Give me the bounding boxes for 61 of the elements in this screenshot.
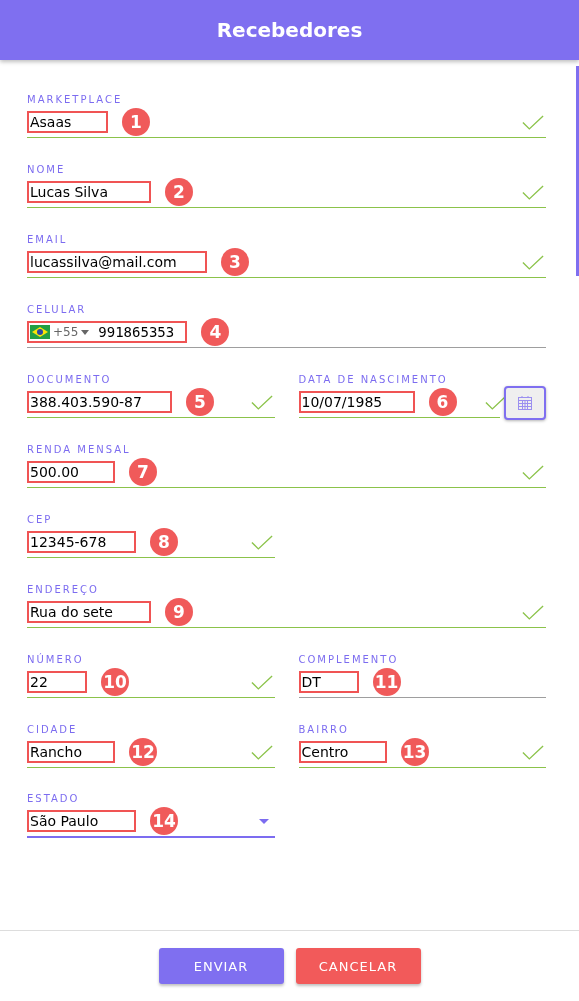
number-marker: 8 — [150, 528, 178, 556]
input-field[interactable]: Centro — [298, 741, 387, 763]
phone-field[interactable]: +55 991865353 — [27, 321, 188, 343]
field-label: CIDADE — [27, 723, 79, 737]
field-label: DOCUMENTO — [27, 373, 113, 387]
input-field[interactable]: Rua do sete — [27, 601, 151, 623]
input-field[interactable]: 10/07/1985 — [298, 391, 415, 413]
input-field[interactable]: Lucas Silva — [27, 181, 151, 203]
submit-button[interactable]: ENVIAR — [158, 948, 284, 984]
input-field[interactable]: lucassilva@mail.com — [27, 251, 207, 273]
number-marker: 1 — [122, 108, 150, 136]
field-label: NÚMERO — [27, 653, 85, 667]
check-icon — [522, 184, 544, 200]
check-icon — [250, 744, 273, 760]
check-icon — [250, 674, 273, 690]
field-label: COMPLEMENTO — [298, 653, 400, 667]
number-marker: 14 — [150, 807, 178, 835]
flag-icon[interactable] — [30, 325, 50, 339]
number-marker: 7 — [129, 458, 157, 486]
check-icon — [522, 464, 544, 480]
number-marker: 9 — [165, 598, 193, 626]
input-field[interactable]: Asaas — [27, 111, 108, 133]
number-marker: 3 — [221, 248, 249, 276]
input-field[interactable]: 500.00 — [27, 461, 115, 483]
field-label: NOME — [27, 163, 67, 177]
field-label: MARKETPLACE — [27, 93, 124, 107]
scrollbar[interactable] — [576, 66, 579, 276]
field-label: EMAIL — [27, 233, 69, 247]
field-label: ENDEREÇO — [27, 583, 100, 597]
check-icon — [522, 114, 544, 130]
number-marker: 13 — [400, 738, 429, 766]
number-marker: 11 — [372, 668, 401, 696]
check-icon — [522, 254, 544, 270]
field-label: CELULAR — [27, 303, 88, 317]
number-marker: 6 — [428, 388, 457, 416]
input-field[interactable]: 12345-678 — [27, 531, 136, 553]
input-field[interactable]: DT — [298, 671, 359, 693]
check-icon — [522, 604, 544, 620]
field-label: RENDA MENSAL — [27, 443, 132, 457]
field-label: ESTADO — [27, 792, 81, 806]
caret-icon[interactable] — [81, 329, 90, 335]
check-icon — [250, 534, 273, 550]
calendar-icon — [517, 395, 533, 411]
input-field[interactable]: Rancho — [27, 741, 115, 763]
select-field[interactable]: São Paulo — [27, 810, 136, 832]
check-icon — [250, 394, 273, 410]
dropdown-icon[interactable] — [258, 818, 269, 824]
field-label: BAIRRO — [298, 723, 350, 737]
input-field[interactable]: 388.403.590-87 — [27, 391, 172, 413]
number-marker: 12 — [129, 738, 157, 766]
field-label: CEP — [27, 513, 54, 527]
check-icon — [522, 744, 544, 760]
number-marker: 10 — [101, 668, 129, 696]
number-marker: 4 — [201, 318, 230, 346]
field-label: DATA DE NASCIMENTO — [298, 373, 449, 387]
calendar-button[interactable] — [504, 386, 546, 420]
page-title: Recebedores — [216, 18, 363, 42]
number-marker: 2 — [165, 178, 193, 206]
input-field[interactable]: 22 — [27, 671, 87, 693]
country-code[interactable]: +55 — [53, 325, 79, 339]
number-marker: 5 — [186, 388, 214, 416]
